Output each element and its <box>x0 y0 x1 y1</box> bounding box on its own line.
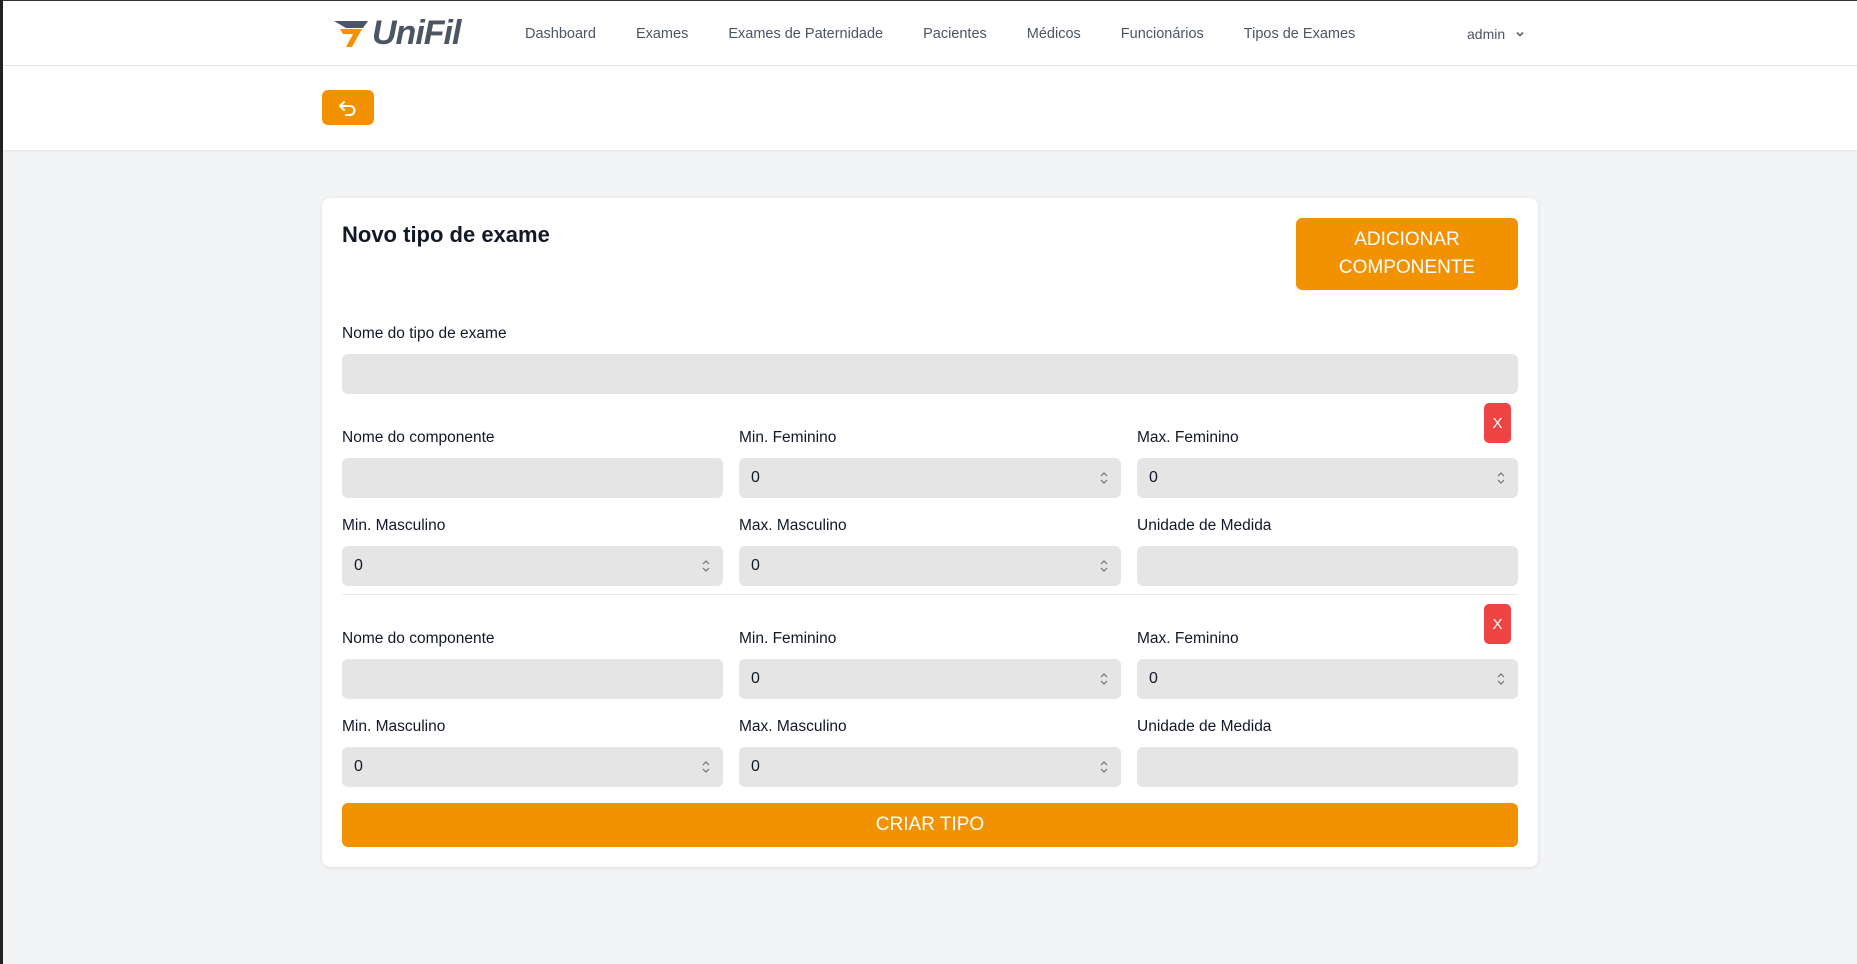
max-feminino-input[interactable]: 0 <box>1137 458 1518 498</box>
min-masculino-input[interactable]: 0 <box>342 546 723 586</box>
min-feminino-label: Min. Feminino <box>739 429 837 446</box>
spinner-arrows-icon[interactable] <box>1099 760 1109 774</box>
unifil-logo-mark-icon <box>334 21 368 47</box>
nav-link-dashboard[interactable]: Dashboard <box>525 26 596 42</box>
nav-link-medicos[interactable]: Médicos <box>1027 26 1081 42</box>
unifil-logo[interactable]: UniFil <box>332 13 461 52</box>
logo-text: UniFil <box>372 13 461 52</box>
min-masculino-label: Min. Masculino <box>342 517 446 534</box>
spinner-arrows-icon[interactable] <box>1099 559 1109 573</box>
spinner-arrows-icon[interactable] <box>1496 672 1506 686</box>
exam-name-label: Nome do tipo de exame <box>342 325 507 342</box>
component-name-input[interactable] <box>342 458 723 498</box>
user-menu[interactable]: admin <box>1467 1 1525 66</box>
unit-label: Unidade de Medida <box>1137 718 1272 735</box>
max-masculino-value: 0 <box>751 557 760 574</box>
remove-component-button-2[interactable]: X <box>1484 604 1511 644</box>
min-feminino-value: 0 <box>751 469 760 486</box>
max-feminino-label: Max. Feminino <box>1137 429 1239 446</box>
spinner-arrows-icon[interactable] <box>701 559 711 573</box>
nav-links: Dashboard Exames Exames de Paternidade P… <box>525 1 1355 66</box>
component-divider <box>342 594 1518 595</box>
unit-label: Unidade de Medida <box>1137 517 1272 534</box>
page-header-bar <box>3 66 1857 150</box>
nav-link-exames[interactable]: Exames <box>636 26 688 42</box>
max-feminino-value: 0 <box>1149 670 1158 687</box>
user-name: admin <box>1467 25 1506 42</box>
unit-input[interactable] <box>1137 747 1518 787</box>
min-masculino-input[interactable]: 0 <box>342 747 723 787</box>
nav-link-tipos-exames[interactable]: Tipos de Exames <box>1244 26 1355 42</box>
max-masculino-input[interactable]: 0 <box>739 546 1121 586</box>
remove-component-button-1[interactable]: X <box>1484 403 1511 443</box>
min-feminino-input[interactable]: 0 <box>739 659 1121 699</box>
nav-link-funcionarios[interactable]: Funcionários <box>1121 26 1204 42</box>
spinner-arrows-icon[interactable] <box>1099 471 1109 485</box>
chevron-down-icon <box>1516 31 1524 37</box>
max-feminino-value: 0 <box>1149 469 1158 486</box>
add-component-button[interactable]: ADICIONAR COMPONENTE <box>1296 218 1518 290</box>
max-masculino-input[interactable]: 0 <box>739 747 1121 787</box>
new-exam-type-card: Novo tipo de exame ADICIONAR COMPONENTE … <box>322 198 1538 867</box>
page-title: Novo tipo de exame <box>342 222 550 247</box>
max-masculino-label: Max. Masculino <box>739 517 847 534</box>
create-type-button[interactable]: CRIAR TIPO <box>342 803 1518 847</box>
spinner-arrows-icon[interactable] <box>1099 672 1109 686</box>
max-masculino-label: Max. Masculino <box>739 718 847 735</box>
component-name-label: Nome do componente <box>342 630 495 647</box>
min-masculino-value: 0 <box>354 557 363 574</box>
top-navbar: UniFil Dashboard Exames Exames de Patern… <box>3 1 1857 66</box>
min-feminino-input[interactable]: 0 <box>739 458 1121 498</box>
max-feminino-input[interactable]: 0 <box>1137 659 1518 699</box>
component-name-input[interactable] <box>342 659 723 699</box>
max-masculino-value: 0 <box>751 758 760 775</box>
nav-link-pacientes[interactable]: Pacientes <box>923 26 987 42</box>
min-masculino-value: 0 <box>354 758 363 775</box>
back-button[interactable] <box>322 90 374 125</box>
exam-name-input[interactable] <box>342 354 1518 394</box>
max-feminino-label: Max. Feminino <box>1137 630 1239 647</box>
min-feminino-value: 0 <box>751 670 760 687</box>
spinner-arrows-icon[interactable] <box>1496 471 1506 485</box>
undo-arrow-icon <box>339 100 356 116</box>
unit-input[interactable] <box>1137 546 1518 586</box>
min-feminino-label: Min. Feminino <box>739 630 837 647</box>
component-name-label: Nome do componente <box>342 429 495 446</box>
nav-link-exames-paternidade[interactable]: Exames de Paternidade <box>728 26 883 42</box>
min-masculino-label: Min. Masculino <box>342 718 446 735</box>
spinner-arrows-icon[interactable] <box>701 760 711 774</box>
